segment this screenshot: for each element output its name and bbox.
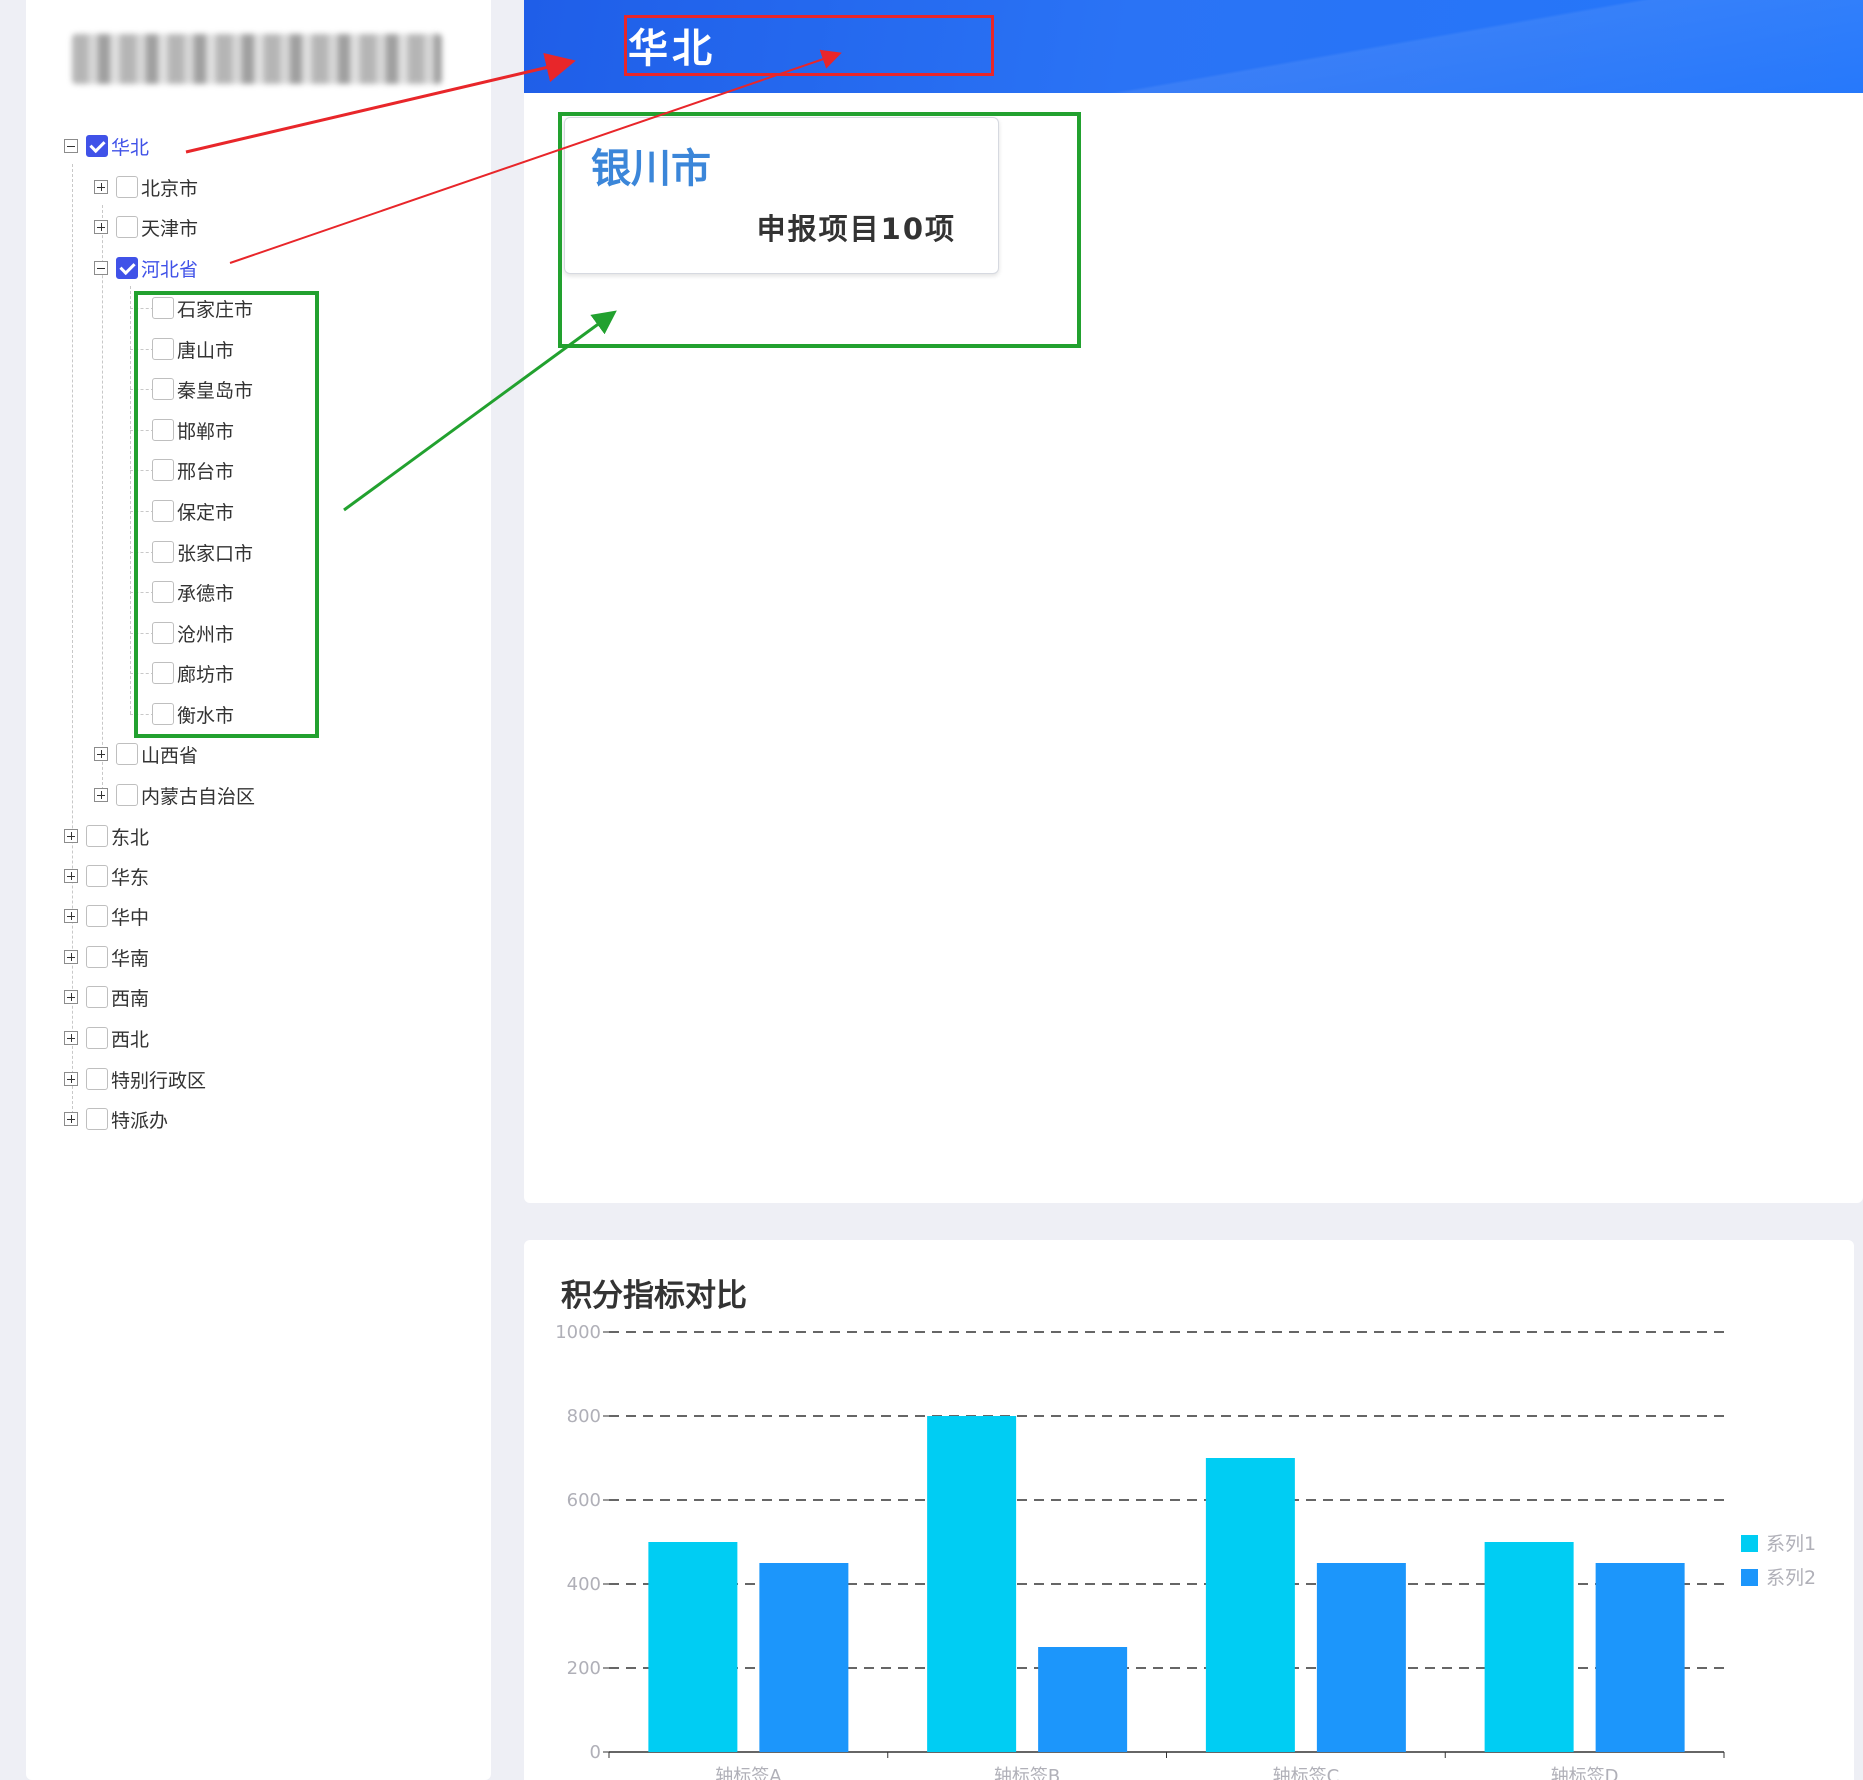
bar	[759, 1563, 849, 1752]
y-tick-label: 800	[567, 1406, 601, 1427]
bar	[927, 1416, 1017, 1752]
tree-node[interactable]: 西南	[64, 979, 149, 1015]
y-tick-label: 600	[567, 1490, 601, 1511]
bar	[1316, 1563, 1406, 1752]
expand-icon[interactable]	[94, 747, 108, 761]
expand-icon[interactable]	[94, 220, 108, 234]
y-tick-label: 200	[567, 1658, 601, 1679]
tree-node-label: 华中	[111, 906, 150, 929]
tree-node-label: 华东	[111, 866, 150, 889]
tree-node-label: 北京市	[141, 177, 199, 200]
bar	[1484, 1542, 1574, 1752]
tree-checkbox[interactable]	[86, 1027, 108, 1049]
legend-label: 系列1	[1766, 1533, 1816, 1555]
bar	[648, 1542, 738, 1752]
tree-node[interactable]: 山西省	[94, 736, 198, 772]
legend-swatch	[1741, 1535, 1758, 1552]
x-tick-label: 轴标签B	[994, 1766, 1060, 1780]
tree-node[interactable]: 华东	[64, 858, 149, 894]
tree-node-label: 西南	[111, 987, 150, 1010]
tree-node[interactable]: 内蒙古自治区	[94, 777, 255, 813]
tree-connector-v	[72, 164, 73, 1119]
tree-node-label: 西北	[111, 1028, 150, 1051]
y-tick-label: 1000	[555, 1322, 601, 1343]
tree-checkbox[interactable]	[116, 257, 138, 279]
tree-node[interactable]: 华中	[64, 898, 149, 934]
tree-checkbox[interactable]	[86, 946, 108, 968]
tree-node-label: 特派办	[111, 1109, 169, 1132]
tree-connector-v	[130, 286, 131, 714]
tree-node[interactable]: 华北	[64, 128, 149, 164]
tree-node[interactable]: 特别行政区	[64, 1061, 206, 1097]
tree-node[interactable]: 北京市	[94, 169, 198, 205]
tree-checkbox[interactable]	[116, 216, 138, 238]
bar	[1595, 1563, 1685, 1752]
tree-checkbox[interactable]	[86, 865, 108, 887]
expand-icon[interactable]	[64, 869, 78, 883]
tree-node-label: 华北	[111, 136, 150, 159]
expand-icon[interactable]	[64, 909, 78, 923]
bar	[1205, 1458, 1295, 1752]
x-tick-label: 轴标签A	[715, 1766, 782, 1780]
expand-icon[interactable]	[94, 788, 108, 802]
collapse-icon[interactable]	[64, 139, 78, 153]
expand-icon[interactable]	[64, 829, 78, 843]
tree-node[interactable]: 西北	[64, 1020, 149, 1056]
bar	[1038, 1647, 1128, 1752]
tree-checkbox[interactable]	[86, 825, 108, 847]
bar-chart: 0 200 400 600 800 1000 轴标签A 轴标签B 轴标签C 轴标签D 系列1 系列2	[555, 1322, 1816, 1780]
y-tick-label: 0	[590, 1742, 601, 1763]
tree-connector-v	[102, 205, 103, 795]
tree-node-label: 山西省	[141, 744, 199, 767]
tree-node[interactable]: 特派办	[64, 1101, 168, 1137]
annotation-red-box	[624, 15, 994, 76]
tree-node-label: 东北	[111, 826, 150, 849]
tree-checkbox[interactable]	[86, 1108, 108, 1130]
expand-icon[interactable]	[64, 1112, 78, 1126]
tree-node-label: 内蒙古自治区	[141, 785, 256, 808]
legend-swatch	[1741, 1569, 1758, 1586]
x-tick-label: 轴标签D	[1551, 1766, 1619, 1780]
tree-checkbox[interactable]	[116, 176, 138, 198]
tree-node-label: 华南	[111, 947, 150, 970]
expand-icon[interactable]	[64, 1031, 78, 1045]
tree-node[interactable]: 河北省	[94, 250, 198, 286]
expand-icon[interactable]	[64, 1072, 78, 1086]
tree-checkbox[interactable]	[86, 1068, 108, 1090]
expand-icon[interactable]	[64, 990, 78, 1004]
tree-node-label: 河北省	[141, 258, 199, 281]
annotation-green-box-list	[134, 291, 319, 738]
x-tick-label: 轴标签C	[1273, 1766, 1340, 1780]
tree-node-label: 特别行政区	[111, 1069, 207, 1092]
tree-checkbox[interactable]	[86, 986, 108, 1008]
tree-node[interactable]: 天津市	[94, 209, 198, 245]
tree-checkbox[interactable]	[116, 743, 138, 765]
annotation-green-box-card	[558, 112, 1081, 348]
tree-checkbox[interactable]	[86, 135, 108, 157]
expand-icon[interactable]	[94, 180, 108, 194]
tree-checkbox[interactable]	[116, 784, 138, 806]
tree-node-label: 天津市	[141, 217, 199, 240]
expand-icon[interactable]	[64, 950, 78, 964]
tree-node[interactable]: 华南	[64, 939, 149, 975]
tree-checkbox[interactable]	[86, 905, 108, 927]
y-tick-label: 400	[567, 1574, 601, 1595]
legend-label: 系列2	[1766, 1567, 1816, 1589]
chart-panel: 积分指标对比 0 200 400 600 800 1000 轴标签A 轴标签B 轴标签C 轴标签D…	[524, 1240, 1854, 1780]
collapse-icon[interactable]	[94, 261, 108, 275]
tree-node[interactable]: 东北	[64, 818, 149, 854]
